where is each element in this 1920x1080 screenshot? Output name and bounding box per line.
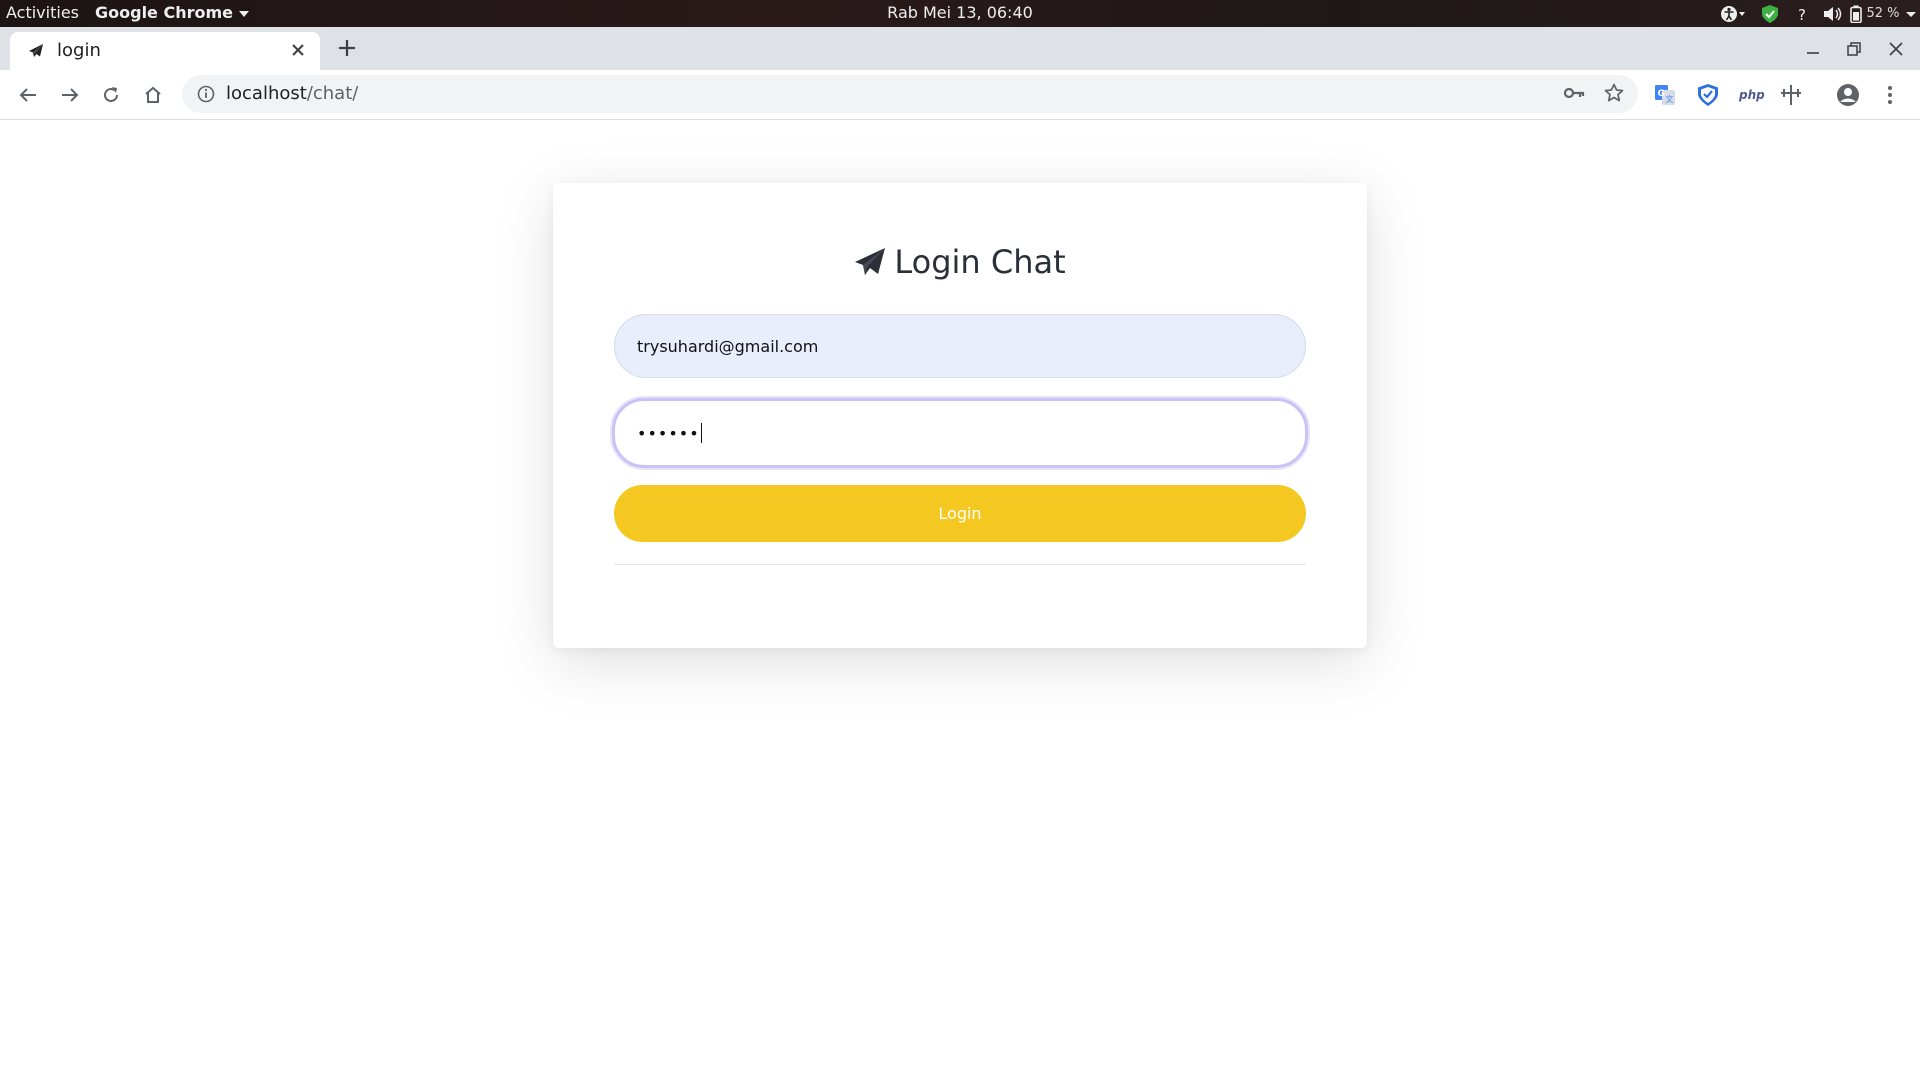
battery-indicator[interactable]: 52 % [1848, 0, 1920, 27]
plus-icon [339, 40, 355, 56]
new-tab-button[interactable] [338, 36, 356, 62]
url-path: /chat/ [306, 83, 359, 104]
tab-title: login [57, 40, 101, 61]
chevron-down-icon [1905, 11, 1916, 17]
page-title: Login Chat [553, 243, 1367, 285]
forward-button[interactable] [57, 82, 83, 108]
home-icon [145, 86, 161, 103]
svg-text:?: ? [1798, 6, 1806, 22]
minimize-button[interactable] [1793, 27, 1833, 70]
key-icon[interactable] [1563, 85, 1586, 104]
text-cursor [700, 423, 702, 443]
reload-button[interactable] [98, 82, 124, 108]
help-icon[interactable]: ? [1788, 0, 1818, 27]
svg-text:文: 文 [1666, 94, 1674, 104]
battery-icon [1850, 5, 1863, 23]
app-menu-button[interactable]: Google Chrome [95, 3, 250, 22]
bookmark-star-icon[interactable] [1604, 83, 1624, 107]
address-bar[interactable]: localhost/chat/ [182, 75, 1638, 113]
back-button[interactable] [15, 82, 41, 108]
close-window-button[interactable] [1876, 27, 1916, 70]
app-menu-label: Google Chrome [95, 3, 234, 22]
system-tray: ? 52 % [1714, 0, 1920, 27]
system-top-bar: Activities Google Chrome Rab Mei 13, 06:… [0, 0, 1920, 27]
php-extension-icon[interactable]: php [1737, 82, 1767, 108]
login-card: Login Chat trysuhardi@gmail.com •••••• L… [553, 183, 1367, 648]
login-button-label: Login [938, 504, 982, 523]
url-host: localhost [226, 83, 307, 104]
url-text: localhost/chat/ [226, 83, 358, 104]
activities-button[interactable]: Activities [6, 3, 79, 22]
browser-toolbar: localhost/chat/ G文 php [0, 70, 1920, 120]
battery-percent: 52 % [1866, 6, 1900, 21]
restore-icon [1847, 41, 1861, 56]
tab-login[interactable]: login [10, 32, 320, 70]
password-value: •••••• [637, 423, 700, 443]
paper-plane-icon [28, 43, 44, 63]
page-title-text: Login Chat [894, 243, 1066, 281]
google-translate-icon[interactable]: G文 [1652, 82, 1678, 108]
arrow-right-icon [62, 88, 79, 102]
reload-icon [104, 87, 118, 102]
accessibility-icon[interactable] [1714, 0, 1752, 27]
shield-extension-icon[interactable] [1695, 82, 1721, 108]
clock[interactable]: Rab Mei 13, 06:40 [0, 3, 1920, 22]
volume-icon[interactable] [1818, 0, 1848, 27]
profile-avatar-icon[interactable] [1835, 82, 1861, 108]
minimize-icon [1807, 51, 1819, 54]
close-icon[interactable] [291, 41, 305, 62]
home-button[interactable] [140, 82, 166, 108]
close-icon [1889, 41, 1903, 56]
chevron-down-icon [239, 10, 250, 17]
svg-text:G: G [1658, 89, 1665, 99]
move-extension-icon[interactable] [1778, 82, 1804, 108]
login-button[interactable]: Login [614, 485, 1306, 542]
email-field[interactable]: trysuhardi@gmail.com [614, 314, 1306, 378]
divider [614, 564, 1306, 565]
arrow-left-icon [19, 88, 36, 102]
tab-strip: login [0, 27, 1920, 70]
email-value: trysuhardi@gmail.com [637, 336, 819, 356]
svg-text:php: php [1738, 88, 1765, 102]
shield-icon[interactable] [1752, 0, 1788, 27]
password-field[interactable]: •••••• [612, 398, 1308, 468]
maximize-button[interactable] [1834, 27, 1874, 70]
menu-kebab-icon[interactable] [1877, 82, 1903, 108]
paper-plane-icon [854, 247, 886, 285]
info-icon[interactable] [197, 85, 215, 107]
